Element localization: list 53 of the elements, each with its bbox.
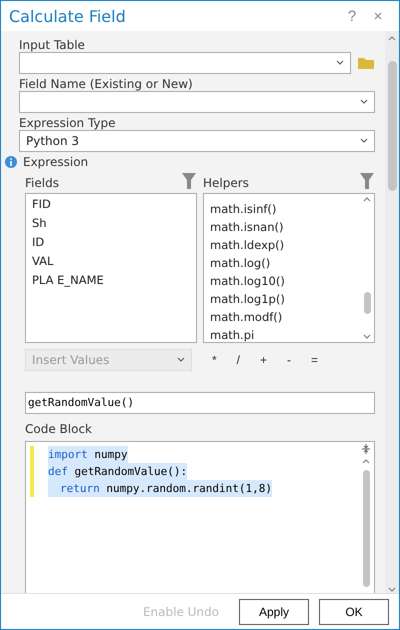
- filter-icon[interactable]: [181, 172, 197, 190]
- folder-icon[interactable]: [357, 56, 375, 70]
- panel-label: Fields: [25, 176, 59, 190]
- field-label: Input Table: [19, 38, 86, 52]
- ok-button[interactable]: OK: [319, 598, 389, 624]
- helper-item[interactable]: math.log10(): [210, 274, 368, 288]
- caret-icon: [360, 138, 368, 144]
- code-editor[interactable]: import numpy def getRandomValue(): return numpy.random.randint(1,8): [25, 440, 375, 593]
- scroll-down-icon[interactable]: [388, 587, 396, 593]
- split-icon[interactable]: [361, 444, 371, 454]
- window-title: Calculate Field: [9, 6, 127, 26]
- operator-button[interactable]: =: [311, 353, 318, 367]
- caret-icon: [177, 357, 185, 363]
- filter-icon[interactable]: [359, 172, 375, 190]
- scroll-up-icon[interactable]: [363, 196, 371, 202]
- help-button[interactable]: ?: [339, 8, 365, 24]
- section-label: Expression: [23, 155, 88, 169]
- field-item[interactable]: FID: [32, 197, 190, 211]
- expression-type-dropdown[interactable]: Python 3: [19, 130, 375, 152]
- scroll-up-icon[interactable]: [388, 35, 396, 41]
- panel-label: Helpers: [203, 176, 249, 190]
- operator-button[interactable]: -: [287, 353, 292, 367]
- scrollbar-thumb[interactable]: [364, 292, 370, 314]
- scrollbar-thumb[interactable]: [388, 61, 396, 191]
- scroll-down-icon[interactable]: [363, 334, 371, 340]
- apply-button[interactable]: Apply: [239, 598, 309, 624]
- helper-item[interactable]: math.modf(): [210, 310, 368, 324]
- field-item[interactable]: ID: [32, 235, 190, 249]
- enable-undo-label: Enable Undo: [142, 604, 219, 618]
- scrollbar-thumb[interactable]: [362, 470, 370, 587]
- section-label: Code Block: [24, 422, 93, 436]
- helper-item[interactable]: math.log1p(): [210, 292, 368, 306]
- caret-icon: [360, 99, 368, 105]
- helper-item[interactable]: math.isnan(): [210, 220, 368, 234]
- helper-item[interactable]: math.log(): [210, 256, 368, 270]
- caret-icon: [336, 60, 344, 66]
- field-item[interactable]: PLA E_NAME: [32, 273, 190, 287]
- info-icon: [5, 156, 17, 168]
- helper-item[interactable]: math.pi: [210, 328, 368, 342]
- field-item[interactable]: VAL: [32, 254, 190, 268]
- field-label: Field Name (Existing or New): [19, 77, 194, 91]
- field-item[interactable]: Sh: [32, 216, 190, 230]
- input-table-dropdown[interactable]: [19, 52, 351, 74]
- operator-button[interactable]: +: [260, 353, 268, 367]
- close-button[interactable]: ×: [365, 8, 391, 24]
- helper-item[interactable]: math.isinf(): [210, 202, 368, 216]
- operator-button[interactable]: /: [236, 353, 240, 367]
- field-name-dropdown[interactable]: [19, 91, 375, 113]
- operator-button[interactable]: *: [212, 353, 217, 367]
- helper-item[interactable]: math.ldexp(): [210, 238, 368, 252]
- field-label: Expression Type: [19, 116, 117, 130]
- expression-field[interactable]: getRandomValue(): [25, 392, 375, 414]
- scroll-up-icon[interactable]: [362, 458, 370, 464]
